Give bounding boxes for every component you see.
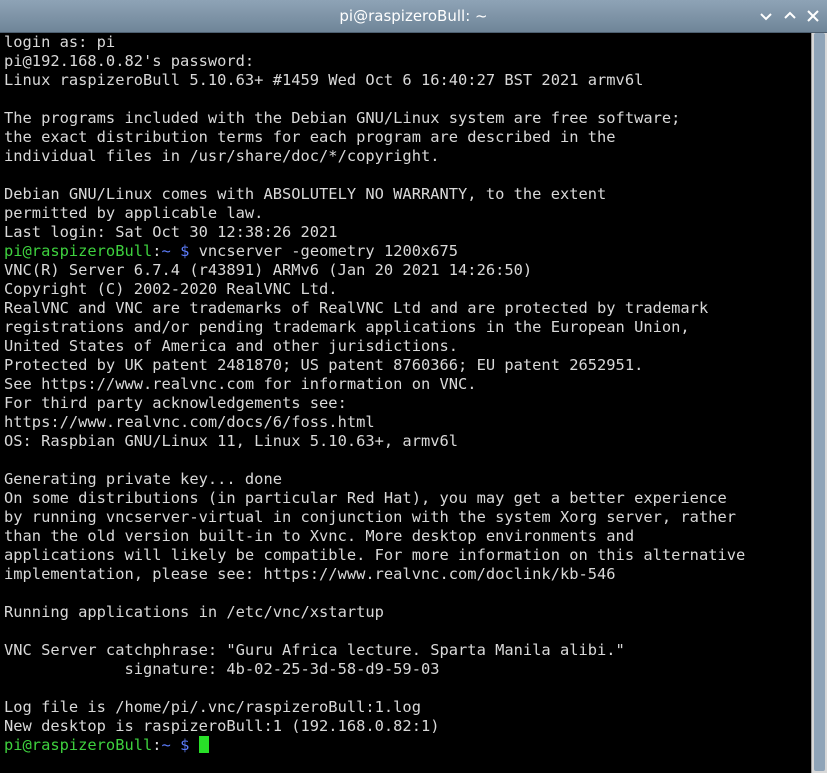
terminal-line: Log file is /home/pi/.vnc/raspizeroBull:… [4, 698, 421, 716]
minimize-icon[interactable] [757, 7, 775, 25]
terminal-line: New desktop is raspizeroBull:1 (192.168.… [4, 717, 440, 735]
terminal-line: than the old version built-in to Xvnc. M… [4, 527, 635, 545]
terminal-line: individual files in /usr/share/doc/*/cop… [4, 147, 440, 165]
terminal-line: https://www.realvnc.com/docs/6/foss.html [4, 413, 375, 431]
terminal-line: login as: pi [4, 33, 116, 51]
terminal-line: Copyright (C) 2002-2020 RealVNC Ltd. [4, 280, 338, 298]
close-icon[interactable] [804, 7, 822, 25]
terminal-line: Linux raspizeroBull 5.10.63+ #1459 Wed O… [4, 71, 644, 89]
terminal-line: registrations and/or pending trademark a… [4, 318, 690, 336]
prompt-command [189, 736, 198, 754]
terminal-line: Protected by UK patent 2481870; US paten… [4, 356, 644, 374]
terminal-line: VNC(R) Server 6.7.4 (r43891) ARMv6 (Jan … [4, 261, 533, 279]
terminal-line: Running applications in /etc/vnc/xstartu… [4, 603, 384, 621]
terminal-line: For third party acknowledgements see: [4, 394, 347, 412]
terminal-line: pi@192.168.0.82's password: [4, 52, 255, 70]
title-bar[interactable]: pi@raspizeroBull: ~ [0, 0, 827, 33]
terminal-line: OS: Raspbian GNU/Linux 11, Linux 5.10.63… [4, 432, 459, 450]
terminal-line: United States of America and other juris… [4, 337, 459, 355]
terminal-line: Debian GNU/Linux comes with ABSOLUTELY N… [4, 185, 607, 203]
prompt-path: ~ $ [161, 242, 190, 260]
maximize-icon[interactable] [781, 7, 799, 25]
text-cursor [198, 736, 209, 753]
scrollbar-thumb[interactable] [814, 33, 825, 771]
terminal-line: implementation, please see: https://www.… [4, 565, 616, 583]
terminal-line: VNC Server catchphrase: "Guru Africa lec… [4, 641, 625, 659]
terminal-line: See https://www.realvnc.com for informat… [4, 375, 477, 393]
terminal-line: Last login: Sat Oct 30 12:38:26 2021 [4, 223, 338, 241]
window-title: pi@raspizeroBull: ~ [339, 7, 488, 25]
prompt-line[interactable]: pi@raspizeroBull:~ $ [4, 736, 812, 755]
prompt-line: pi@raspizeroBull:~ $ vncserver -geometry… [4, 242, 812, 261]
terminal-line: The programs included with the Debian GN… [4, 109, 681, 127]
prompt-separator: : [152, 736, 162, 754]
terminal-line: signature: 4b-02-25-3d-58-d9-59-03 [4, 660, 440, 678]
vertical-scrollbar[interactable] [811, 33, 827, 773]
terminal-line: applications will likely be compatible. … [4, 546, 746, 564]
terminal-line: RealVNC and VNC are trademarks of RealVN… [4, 299, 709, 317]
prompt-path: ~ $ [161, 736, 190, 754]
prompt-separator: : [152, 242, 162, 260]
prompt-user: pi@raspizeroBull [4, 736, 153, 754]
terminal-line: Generating private key... done [4, 470, 282, 488]
terminal-line: permitted by applicable law. [4, 204, 264, 222]
terminal-output[interactable]: login as: pi pi@192.168.0.82's password:… [0, 33, 812, 773]
terminal-line: On some distributions (in particular Red… [4, 489, 727, 507]
prompt-user: pi@raspizeroBull [4, 242, 153, 260]
prompt-command: vncserver -geometry 1200x675 [189, 242, 459, 260]
terminal-line: the exact distribution terms for each pr… [4, 128, 616, 146]
terminal-window: pi@raspizeroBull: ~ login as: pi pi@192.… [0, 0, 827, 773]
terminal-line: by running vncserver-virtual in conjunct… [4, 508, 737, 526]
